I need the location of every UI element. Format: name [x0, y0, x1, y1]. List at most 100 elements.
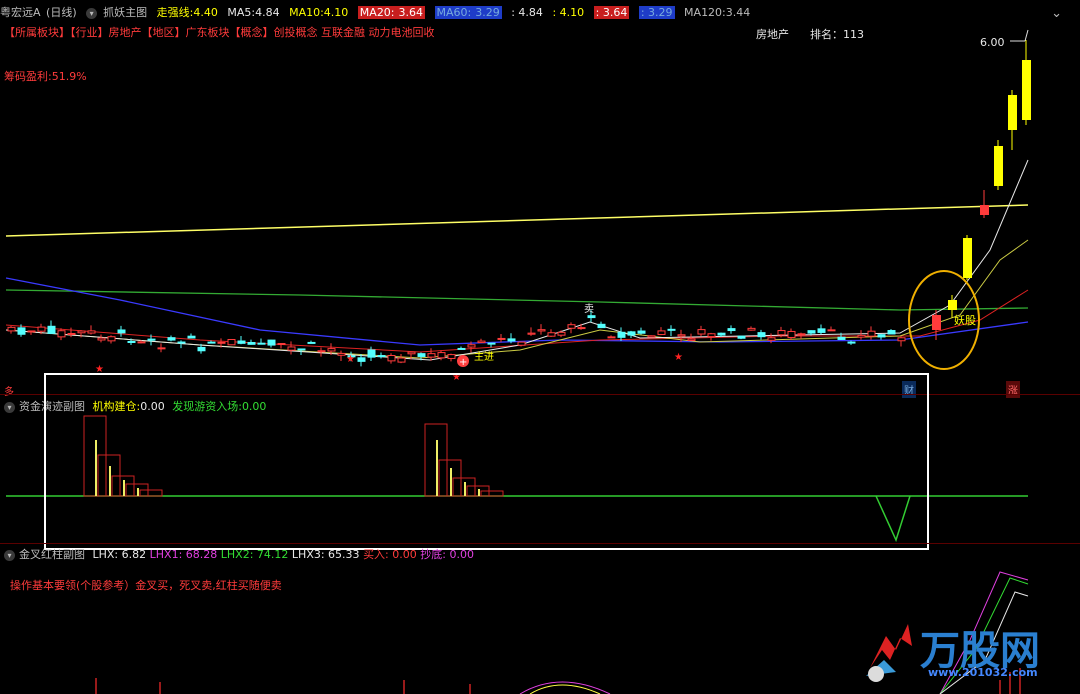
candle — [227, 338, 236, 346]
candle — [367, 349, 376, 358]
candle — [837, 336, 846, 340]
candle — [767, 337, 776, 341]
lhx1-value: LHX1: 68.28 — [149, 548, 218, 561]
sub2-title-bar: ▾ 金叉红柱副图 LHX: 6.82 LHX1: 68.28 LHX2: 74.1… — [4, 546, 474, 562]
candle — [297, 348, 306, 351]
candle — [287, 346, 296, 351]
high-callout-line — [1024, 29, 1029, 42]
zhang-tag: 涨 — [1006, 381, 1020, 398]
candle — [417, 353, 426, 357]
candle — [477, 340, 486, 344]
candle — [727, 328, 736, 332]
candle — [67, 333, 76, 336]
candle — [557, 331, 566, 336]
candle — [47, 325, 56, 334]
candle — [537, 329, 546, 332]
ma20-line — [5, 289, 1029, 353]
candle — [677, 334, 686, 337]
candle — [167, 337, 176, 341]
candle — [237, 340, 246, 344]
candle — [587, 315, 596, 319]
candle — [207, 341, 216, 344]
candle — [607, 336, 616, 339]
candle — [577, 327, 586, 330]
candle — [1022, 60, 1031, 120]
star-marker: ★ — [346, 354, 355, 365]
candle — [963, 238, 972, 278]
candle — [637, 330, 646, 334]
candle — [877, 334, 886, 338]
candle — [980, 205, 989, 215]
candle — [7, 326, 16, 332]
candle — [107, 336, 116, 342]
logo-icon — [866, 624, 912, 682]
highlight-box — [44, 373, 929, 550]
candle — [777, 330, 786, 336]
sell-marker: 卖 — [584, 304, 594, 315]
collapse-icon[interactable]: ▾ — [4, 401, 15, 413]
candle — [317, 350, 326, 353]
candle — [27, 330, 36, 333]
candle — [447, 354, 456, 359]
candle — [17, 327, 26, 335]
candle — [737, 335, 746, 339]
candle — [57, 330, 66, 338]
candle — [177, 341, 186, 344]
candle — [387, 355, 396, 362]
candle — [994, 146, 1003, 186]
lhx-arc — [529, 684, 601, 694]
candle — [747, 327, 756, 331]
candle — [337, 352, 346, 356]
sub2-note: 操作基本要领(个股参考）金叉买，死叉卖,红柱买随便卖 — [10, 579, 282, 592]
candle — [437, 352, 446, 359]
candle — [257, 342, 266, 345]
candle — [487, 342, 496, 345]
candle — [507, 338, 516, 342]
lhx-value: LHX: 6.82 — [92, 548, 147, 561]
candle — [567, 324, 576, 329]
candle — [87, 330, 96, 334]
candle — [467, 344, 476, 348]
candle — [247, 342, 256, 345]
candle — [147, 338, 156, 341]
candle — [407, 351, 416, 355]
candle — [377, 355, 386, 358]
sub2-title[interactable]: 金叉红柱副图 — [19, 548, 85, 561]
candle — [847, 341, 856, 344]
candle — [667, 328, 676, 331]
ma120-line — [5, 289, 1029, 311]
candle — [497, 337, 506, 340]
highlight-oval — [908, 270, 980, 370]
bottom-left-mark: 多 — [4, 387, 14, 398]
candle — [717, 332, 726, 336]
candle — [817, 328, 826, 333]
candle — [827, 329, 836, 332]
candle — [797, 333, 806, 336]
candle — [307, 341, 316, 344]
candle — [97, 337, 106, 341]
candle — [647, 335, 656, 338]
candle — [787, 330, 796, 339]
lhx3-value: LHX3: 65.33 — [291, 548, 360, 561]
ma5-line — [5, 159, 1029, 361]
lhx2-value: LHX2: 74.12 — [220, 548, 289, 561]
candle — [617, 331, 626, 338]
candle — [627, 331, 636, 336]
collapse-icon[interactable]: ▾ — [4, 549, 15, 561]
buy-marker: 主进 — [474, 352, 494, 363]
candle — [887, 330, 896, 335]
buy-value: 买入: 0.00 — [363, 548, 417, 561]
candle — [327, 348, 336, 352]
candle — [217, 341, 226, 344]
candle — [657, 330, 666, 336]
candle — [687, 338, 696, 341]
candle — [517, 341, 526, 346]
candle — [597, 323, 606, 329]
candle — [697, 329, 706, 335]
candle — [117, 329, 126, 334]
candle — [187, 335, 196, 339]
candle — [527, 332, 536, 335]
star-marker: ★ — [674, 352, 683, 363]
bottom-value: 抄底: 0.00 — [420, 548, 474, 561]
pane-separator — [0, 543, 1080, 544]
